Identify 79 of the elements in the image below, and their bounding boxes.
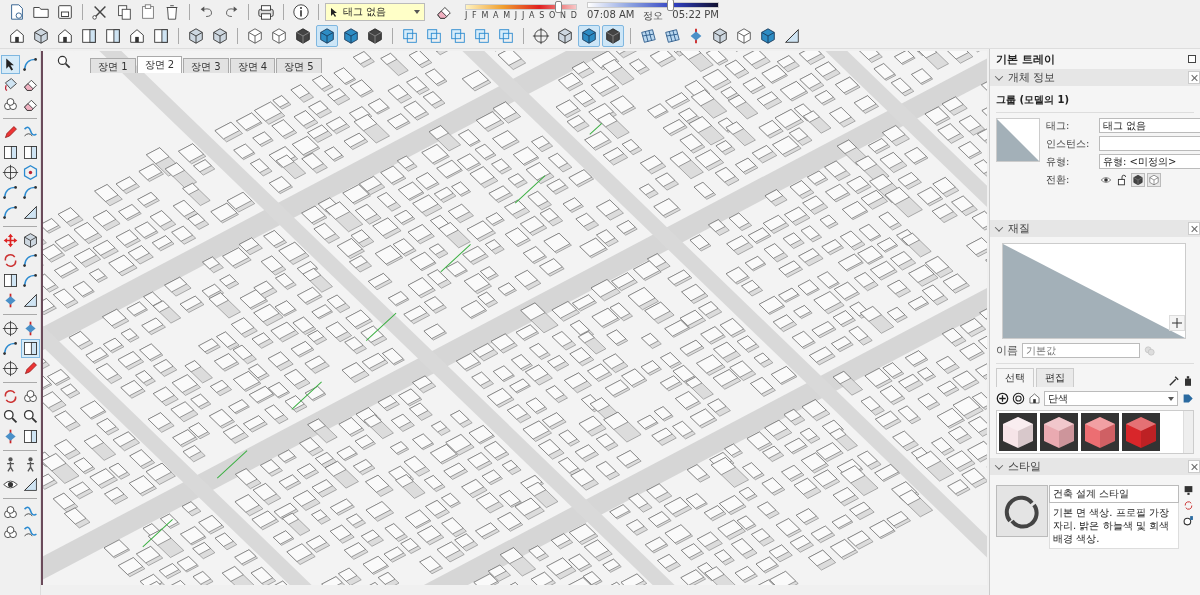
month-label: O	[549, 11, 556, 20]
month-label: J	[521, 11, 525, 20]
scene-tab[interactable]: 장면 4	[229, 58, 276, 73]
add-icon[interactable]	[996, 392, 1009, 405]
scene-tab[interactable]: 장면 2	[136, 56, 183, 73]
scene-tab[interactable]: 장면 5	[276, 58, 322, 73]
scene-tab[interactable]: 장면 3	[183, 58, 229, 73]
month-label: A	[493, 11, 499, 20]
tray-title: 기본 트레이	[996, 51, 1055, 67]
field-label: 이름	[996, 343, 1018, 358]
square-icon[interactable]	[1, 143, 20, 162]
arc-icon[interactable]	[1, 183, 20, 202]
target-icon[interactable]	[1012, 392, 1025, 405]
pin-icon[interactable]	[1188, 55, 1196, 63]
material-tab[interactable]: 편집	[1036, 368, 1074, 387]
scene-tab[interactable]: 장면 1	[90, 58, 136, 73]
eyedropper-icon[interactable]	[1168, 375, 1180, 387]
material-swatch[interactable]	[1040, 413, 1078, 451]
month-slider[interactable]	[465, 4, 577, 10]
style-description: 기본 면 색상. 프로필 가장자리. 밝은 하늘색 및 회색 배경 색상.	[1049, 503, 1179, 549]
section-title: 스타일	[1008, 459, 1041, 474]
field-label: 인스턴스:	[1046, 136, 1091, 151]
month-label: S	[539, 11, 545, 20]
triangle-icon[interactable]	[21, 291, 40, 310]
cube-icon[interactable]	[602, 25, 624, 47]
hexagon-icon[interactable]	[21, 163, 40, 182]
month-label: F	[472, 11, 477, 20]
arc-icon[interactable]	[1, 203, 20, 222]
material-swatch[interactable]	[1122, 413, 1160, 451]
home-icon[interactable]	[1028, 392, 1041, 405]
circle-icon[interactable]	[1, 163, 20, 182]
material-thumbnail	[996, 118, 1040, 162]
time-label: 정오	[643, 8, 664, 23]
style-thumbnail	[996, 485, 1048, 537]
time-slider[interactable]	[587, 1, 719, 8]
style-name-field[interactable]: 건축 설계 스타일	[1049, 485, 1179, 503]
close-icon[interactable]	[1188, 460, 1200, 473]
dropdown[interactable]: 유형: <미정의>	[1099, 154, 1200, 169]
month-label: M	[481, 11, 489, 20]
month-label: A	[529, 11, 535, 20]
month-label: J	[465, 11, 468, 20]
magnifier-icon[interactable]	[21, 407, 40, 426]
refresh-icon[interactable]	[1183, 500, 1194, 511]
padlock-icon[interactable]	[1115, 172, 1129, 187]
move-arrows-icon[interactable]	[1, 231, 20, 250]
name-field[interactable]: 기본값	[1022, 343, 1140, 358]
magnifier-icon[interactable]	[1, 407, 20, 426]
material-tab[interactable]: 선택	[996, 368, 1034, 387]
section-title: 재질	[1008, 221, 1030, 236]
month-label: J	[514, 11, 518, 20]
input-field[interactable]	[1099, 136, 1200, 151]
monitor-icon[interactable]	[1183, 485, 1194, 496]
section-title: 개체 정보	[1008, 70, 1056, 85]
triangle-icon[interactable]	[21, 203, 40, 222]
arrow-right-icon[interactable]	[1181, 392, 1194, 405]
library-dropdown[interactable]: 단색	[1044, 391, 1178, 406]
close-icon[interactable]	[1188, 71, 1200, 84]
close-icon[interactable]	[1188, 222, 1200, 235]
field-label: 태그:	[1046, 118, 1071, 133]
material-swatch[interactable]	[1081, 413, 1119, 451]
cube-icon[interactable]	[1131, 172, 1145, 187]
cube-icon[interactable]	[578, 25, 600, 47]
cube-icon[interactable]	[316, 25, 338, 47]
arc-icon[interactable]	[21, 183, 40, 202]
info-icon[interactable]	[290, 1, 312, 23]
dropdown[interactable]: 태그 없음	[1099, 118, 1200, 133]
month-label: D	[570, 11, 577, 20]
month-label: M	[503, 11, 511, 20]
time-label: 07:08 AM	[587, 8, 635, 22]
scrollbar[interactable]	[1183, 411, 1193, 453]
time-label: 05:22 PM	[672, 8, 719, 22]
entity-heading: 그룹 (모델의 1)	[996, 90, 1194, 113]
material-swatch[interactable]	[999, 413, 1037, 451]
field-label: 유형:	[1046, 154, 1071, 169]
triangle-icon[interactable]	[21, 475, 40, 494]
field-label: 전환:	[1046, 172, 1071, 187]
cursor-arrow-icon	[330, 7, 338, 17]
month-label: N	[560, 11, 566, 20]
tag-dropdown[interactable]: 태그 없음	[325, 3, 425, 21]
